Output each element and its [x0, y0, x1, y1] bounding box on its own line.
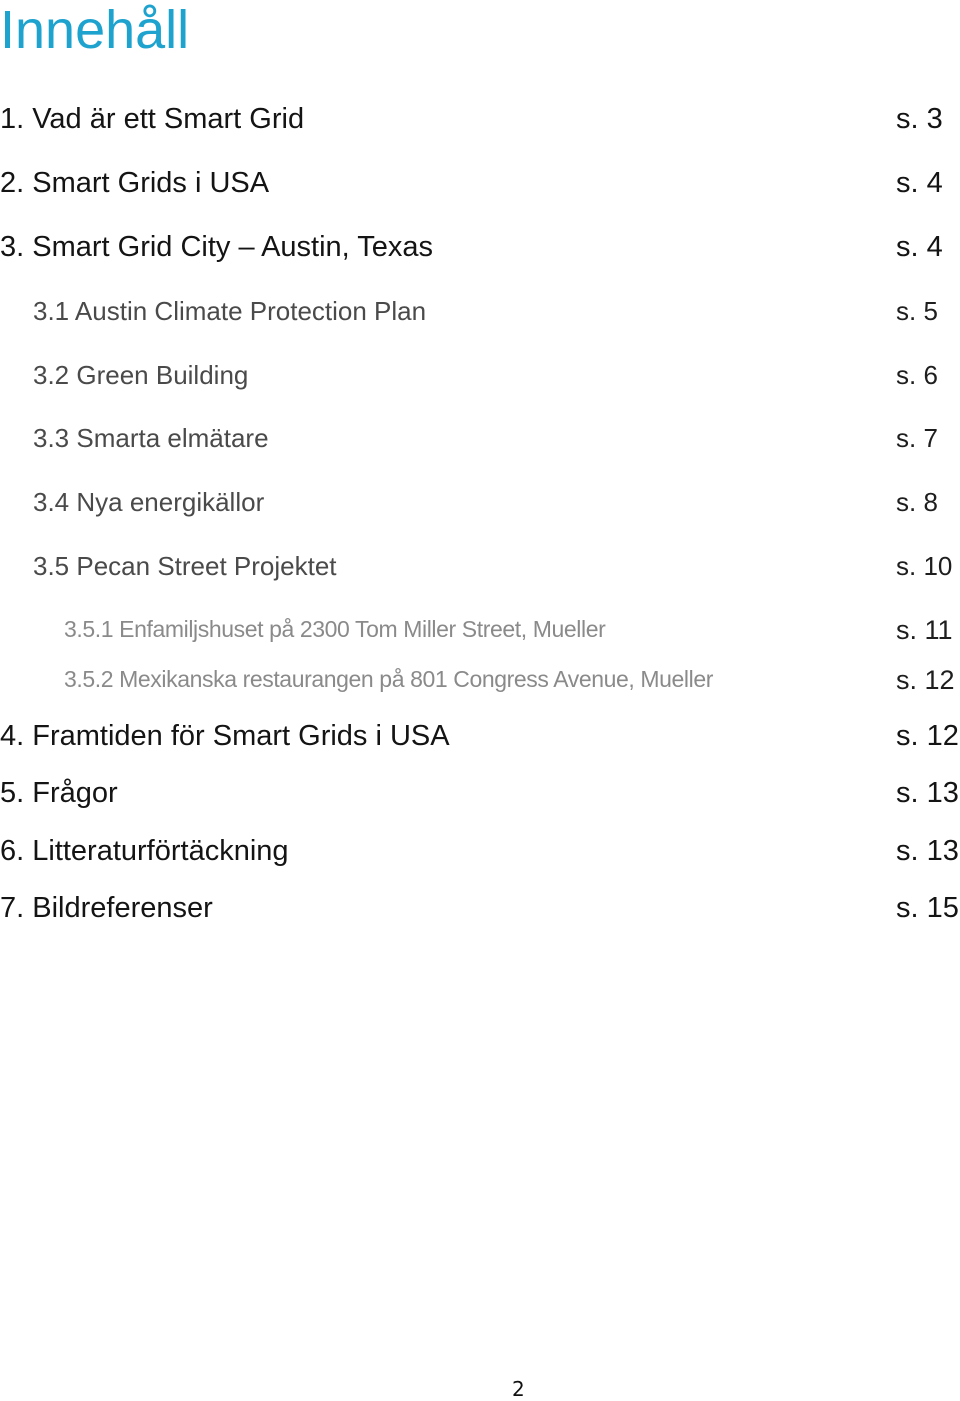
toc-entry-label: 5. Frågor: [0, 777, 118, 809]
toc-entry-page: s. 10: [896, 551, 953, 581]
toc-entry-label: 3.5 Pecan Street Projektet: [33, 551, 337, 581]
toc-entry-page: s. 4: [896, 167, 943, 199]
toc-entry-page: s. 6: [896, 360, 938, 390]
toc-entry-label: 3. Smart Grid City – Austin, Texas: [0, 231, 434, 263]
toc-entry-page: s. 13: [896, 835, 959, 867]
toc-entry-page: s. 8: [896, 487, 938, 517]
toc-entry-label: 3.1 Austin Climate Protection Plan: [33, 296, 427, 326]
toc-entry-page: s. 13: [896, 777, 959, 809]
toc-entry-label: 3.2 Green Building: [33, 360, 249, 390]
toc-entry-page: s. 4: [896, 231, 943, 263]
toc-entry-page: s. 3: [896, 103, 943, 135]
toc-entry-label: 3.4 Nya energikällor: [33, 487, 265, 517]
toc-entry-page: s. 7: [896, 423, 938, 453]
toc-entry-page: s. 12: [896, 720, 959, 752]
toc-entry-page: s. 12: [896, 665, 955, 695]
toc-entry-label: 3.3 Smarta elmätare: [33, 423, 269, 453]
toc-entry-label: 2. Smart Grids i USA: [0, 167, 270, 199]
toc-entry-label: 4. Framtiden för Smart Grids i USA: [0, 720, 450, 752]
toc-entry-label: 1. Vad är ett Smart Grid: [0, 103, 305, 135]
toc-entry-label: 3.5.1 Enfamiljshuset på 2300 Tom Miller …: [64, 616, 606, 642]
page-title: Innehåll: [0, 0, 190, 60]
toc-entry-label: 7. Bildreferenser: [0, 892, 213, 924]
toc-entry-label: 6. Litteraturförtäckning: [0, 835, 289, 867]
toc-entry-page: s. 11: [896, 615, 953, 645]
toc-entry-page: s. 15: [896, 892, 959, 924]
page-number: 2: [512, 1377, 525, 1401]
toc-entry-page: s. 5: [896, 296, 938, 326]
toc-entry-label: 3.5.2 Mexikanska restaurangen på 801 Con…: [64, 666, 713, 692]
